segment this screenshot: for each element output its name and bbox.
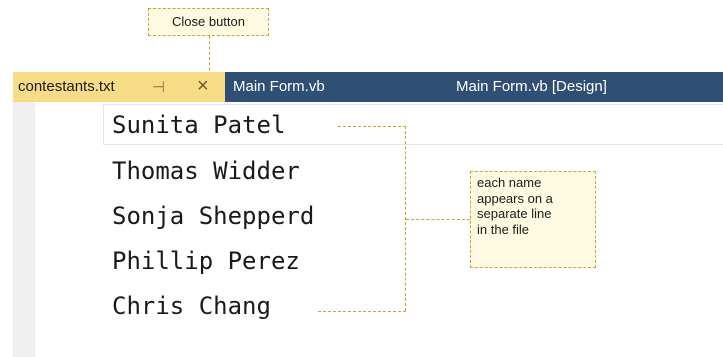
editor-line[interactable]: Phillip Perez	[112, 246, 300, 276]
callout-line: each name	[477, 175, 542, 190]
bracket-pointer	[406, 219, 470, 220]
callout-line: appears on a	[477, 190, 553, 206]
close-icon[interactable]: ×	[197, 75, 209, 97]
bracket-top	[338, 126, 406, 127]
editor-line[interactable]: Chris Chang	[112, 291, 271, 321]
editor-line[interactable]: Thomas Widder	[112, 156, 300, 186]
bracket-bottom	[318, 311, 406, 312]
close-button-callout: Close button	[148, 8, 269, 36]
callout-line: separate line	[477, 206, 552, 221]
tab-contestants-txt[interactable]: contestants.txt ⊣ ×	[13, 72, 225, 102]
editor-line[interactable]: Sonja Shepperd	[112, 201, 314, 231]
tab-main-form-design[interactable]: Main Form.vb [Design]	[456, 78, 607, 95]
callout-line: in the file	[477, 221, 530, 237]
editor-margin	[13, 102, 35, 357]
tab-label: contestants.txt	[18, 78, 115, 95]
tab-main-form-vb[interactable]: Main Form.vb	[233, 78, 325, 95]
separate-line-callout: each name appears on a separate line in …	[470, 171, 596, 268]
editor-line[interactable]: Sunita Patel	[112, 110, 285, 140]
pin-icon[interactable]: ⊣	[152, 78, 165, 96]
